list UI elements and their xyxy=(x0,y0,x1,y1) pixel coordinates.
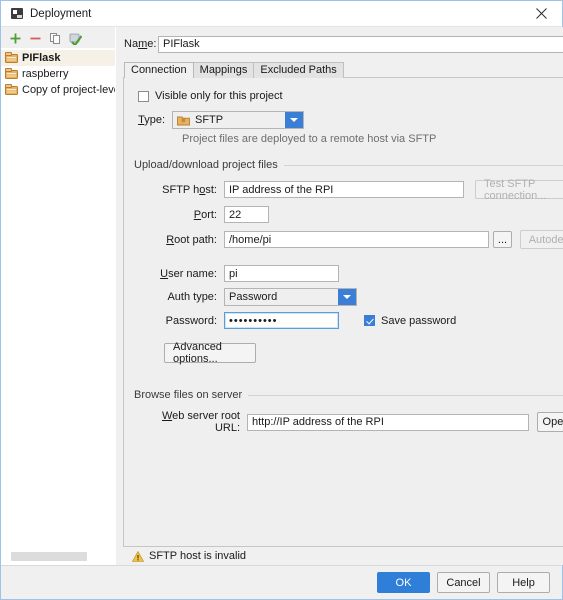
autodetect-button: Autodetect xyxy=(520,230,563,249)
root-path-row: Root path: /home/pi ... Autodetect xyxy=(134,230,563,249)
chevron-down-icon[interactable] xyxy=(285,112,303,128)
list-item[interactable]: Copy of project-level ser xyxy=(1,82,115,98)
servers-toolbar xyxy=(1,27,115,48)
name-label: Name: xyxy=(124,38,158,50)
status-bar: SFTP host is invalid xyxy=(123,547,563,565)
group-divider xyxy=(248,395,563,396)
checkbox-box[interactable] xyxy=(138,91,149,102)
test-sftp-connection-button: Test SFTP connection... xyxy=(475,180,563,199)
close-icon[interactable] xyxy=(520,1,562,25)
open-button[interactable]: Open xyxy=(537,412,563,432)
horizontal-scrollbar[interactable] xyxy=(1,549,115,565)
name-row: Name: PIFlask xyxy=(116,27,563,53)
sftp-host-row: SFTP host: IP address of the RPI Test SF… xyxy=(134,180,563,199)
ok-button[interactable]: OK xyxy=(377,572,430,593)
dialog-footer: OK Cancel Help xyxy=(1,565,562,599)
server-icon xyxy=(5,84,18,96)
type-row: Type: SFTP xyxy=(134,111,563,129)
tab-excluded-paths[interactable]: Excluded Paths xyxy=(253,62,343,78)
deployment-icon xyxy=(11,8,23,19)
server-icon xyxy=(5,52,18,64)
add-button[interactable] xyxy=(6,30,24,47)
type-label: Type: xyxy=(134,114,172,126)
user-name-row: User name: pi xyxy=(134,265,563,282)
scrollbar-thumb[interactable] xyxy=(11,552,87,561)
help-button[interactable]: Help xyxy=(497,572,550,593)
list-item-label: PIFlask xyxy=(22,52,61,64)
user-name-input[interactable]: pi xyxy=(224,265,339,282)
check-server-icon[interactable] xyxy=(66,30,84,47)
save-password-label: Save password xyxy=(381,315,456,327)
checkbox-box[interactable] xyxy=(364,315,375,326)
port-row: Port: 22 xyxy=(134,206,563,223)
web-url-row: Web server root URL: http://IP address o… xyxy=(134,410,563,434)
upload-group-label: Upload/download project files xyxy=(134,159,278,171)
advanced-options-row: Advanced options... xyxy=(134,343,563,363)
browse-group-separator: Browse files on server xyxy=(134,389,563,401)
list-item[interactable]: raspberry xyxy=(1,66,115,82)
type-dropdown-value-wrap: SFTP xyxy=(173,112,285,128)
status-message: SFTP host is invalid xyxy=(149,550,246,562)
advanced-options-button[interactable]: Advanced options... xyxy=(164,343,256,363)
window-title: Deployment xyxy=(30,8,91,20)
server-icon xyxy=(5,68,18,80)
visible-only-checkbox[interactable]: Visible only for this project xyxy=(138,88,563,104)
list-item-label: Copy of project-level ser xyxy=(22,84,115,96)
user-name-label: User name: xyxy=(134,268,224,280)
tab-mappings[interactable]: Mappings xyxy=(193,62,255,78)
sftp-folder-icon xyxy=(177,115,190,126)
type-hint: Project files are deployed to a remote h… xyxy=(182,133,563,145)
name-input[interactable]: PIFlask xyxy=(158,36,563,53)
auth-type-label: Auth type: xyxy=(134,291,224,303)
group-divider xyxy=(284,165,563,166)
browse-root-path-button[interactable]: ... xyxy=(493,231,512,248)
auth-type-dropdown-value: Password xyxy=(229,291,277,303)
remove-button[interactable] xyxy=(26,30,44,47)
auth-type-dropdown[interactable]: Password xyxy=(224,288,357,306)
web-server-root-url-input[interactable]: http://IP address of the RPI xyxy=(247,414,529,431)
password-label: Password: xyxy=(134,315,224,327)
upload-group-separator: Upload/download project files xyxy=(134,159,563,171)
copy-icon[interactable] xyxy=(46,30,64,47)
list-item-label: raspberry xyxy=(22,68,68,80)
connection-panel: Visible only for this project Type: xyxy=(123,77,563,547)
sftp-host-input[interactable]: IP address of the RPI xyxy=(224,181,464,198)
port-input[interactable]: 22 xyxy=(224,206,269,223)
chevron-down-icon[interactable] xyxy=(338,289,356,305)
save-password-checkbox[interactable]: Save password xyxy=(364,313,456,329)
password-row: Password: •••••••••• Save password xyxy=(134,312,563,329)
password-input[interactable]: •••••••••• xyxy=(224,312,339,329)
deployment-dialog: Deployment xyxy=(0,0,563,600)
dialog-body: PIFlask raspberry xyxy=(1,27,562,565)
root-path-label: Root path: xyxy=(134,234,224,246)
settings-tabs: Connection Mappings Excluded Paths xyxy=(124,61,563,78)
auth-type-row: Auth type: Password xyxy=(134,288,563,306)
sftp-host-label: SFTP host: xyxy=(134,184,224,196)
type-dropdown-value: SFTP xyxy=(195,114,223,126)
list-item[interactable]: PIFlask xyxy=(1,50,115,66)
browse-group-label: Browse files on server xyxy=(134,389,242,401)
deployment-servers-pane: PIFlask raspberry xyxy=(1,27,116,565)
server-list[interactable]: PIFlask raspberry xyxy=(1,48,115,565)
cancel-button[interactable]: Cancel xyxy=(437,572,490,593)
deployment-settings-pane: Name: PIFlask Connection Mappings Exclud… xyxy=(116,27,563,565)
type-dropdown[interactable]: SFTP xyxy=(172,111,304,129)
port-label: Port: xyxy=(134,209,224,221)
web-url-label: Web server root URL: xyxy=(134,410,247,434)
warning-icon xyxy=(132,551,144,562)
auth-type-value-wrap: Password xyxy=(225,289,338,305)
tab-connection[interactable]: Connection xyxy=(124,62,194,78)
title-bar: Deployment xyxy=(1,1,562,27)
root-path-input[interactable]: /home/pi xyxy=(224,231,489,248)
visible-only-label: Visible only for this project xyxy=(155,90,283,102)
